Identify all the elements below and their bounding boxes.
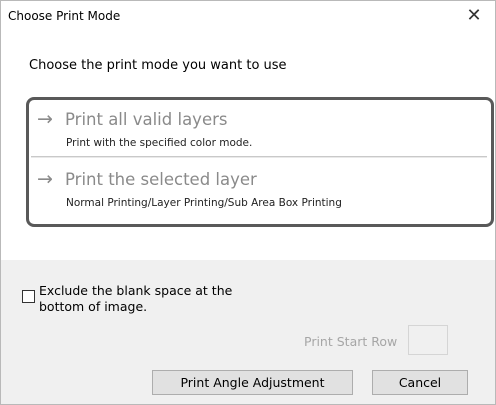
dialog-footer: Exclude the blank space at the bottom of… xyxy=(1,260,495,404)
option-title: Print the selected layer xyxy=(65,170,257,189)
exclude-blank-checkbox[interactable] xyxy=(22,290,35,303)
arrow-right-icon: → xyxy=(37,168,53,190)
title-bar: Choose Print Mode ✕ xyxy=(1,1,495,33)
cancel-button[interactable]: Cancel xyxy=(372,370,468,395)
arrow-right-icon: → xyxy=(37,108,53,130)
option-print-all-valid-layers[interactable]: → Print all valid layers Print with the … xyxy=(31,102,487,157)
choose-print-mode-dialog: Choose Print Mode ✕ Choose the print mod… xyxy=(0,0,496,405)
close-icon[interactable]: ✕ xyxy=(463,4,485,28)
option-title: Print all valid layers xyxy=(65,110,228,129)
window-title: Choose Print Mode xyxy=(8,9,121,23)
print-start-row-input[interactable] xyxy=(408,325,448,355)
instruction-text: Choose the print mode you want to use xyxy=(29,58,287,73)
print-start-row-label: Print Start Row xyxy=(304,334,398,349)
exclude-blank-label[interactable]: Exclude the blank space at the bottom of… xyxy=(39,283,239,315)
option-description: Print with the specified color mode. xyxy=(66,137,253,149)
print-mode-options: → Print all valid layers Print with the … xyxy=(26,97,494,227)
option-print-selected-layer[interactable]: → Print the selected layer Normal Printi… xyxy=(31,162,487,216)
print-angle-adjustment-button[interactable]: Print Angle Adjustment xyxy=(152,370,353,395)
option-description: Normal Printing/Layer Printing/Sub Area … xyxy=(66,197,342,209)
